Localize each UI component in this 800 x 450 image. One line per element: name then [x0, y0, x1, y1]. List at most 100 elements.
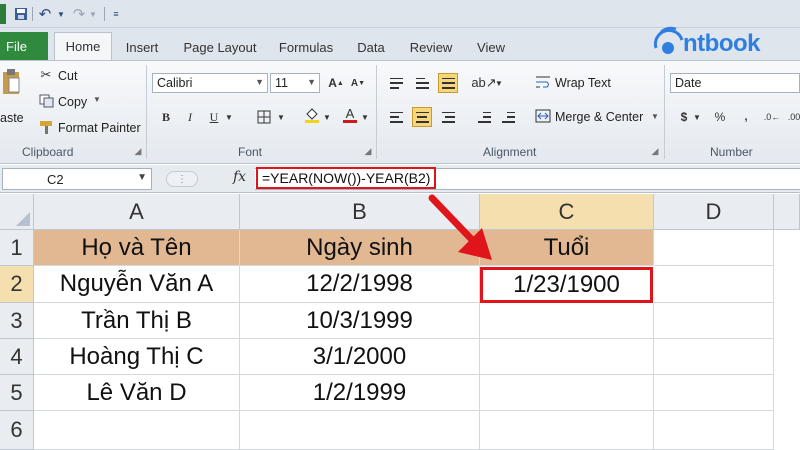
row-header-5[interactable]: 5	[0, 375, 34, 411]
name-box[interactable]: C2 ▼	[2, 168, 152, 190]
borders-dropdown-icon[interactable]: ▼	[276, 107, 286, 127]
cell-b6[interactable]	[240, 411, 480, 450]
logo-text: ntbook	[683, 30, 760, 57]
borders-icon[interactable]	[254, 107, 274, 127]
cell-b3[interactable]: 10/3/1999	[240, 303, 480, 339]
font-color-icon[interactable]: A	[340, 105, 360, 125]
bottom-align-icon[interactable]	[438, 73, 458, 93]
font-name-select[interactable]: Calibri ▼	[152, 73, 268, 93]
cell-d4[interactable]	[654, 339, 774, 375]
tab-formulas[interactable]: Formulas	[276, 34, 336, 60]
orientation-dropdown-icon[interactable]: ▼	[494, 73, 504, 93]
paste-button[interactable]: aste	[0, 111, 24, 125]
orientation-icon[interactable]: ab↗	[471, 73, 496, 93]
font-launcher-icon[interactable]: ◢	[362, 145, 374, 157]
clipboard-group-label: Clipboard	[22, 145, 74, 159]
fill-color-dropdown-icon[interactable]: ▼	[322, 107, 332, 127]
customize-toolbar-icon[interactable]: ≡	[110, 4, 122, 24]
column-header-c[interactable]: C	[480, 194, 654, 230]
paste-icon[interactable]	[0, 67, 22, 97]
redo-icon[interactable]: ↷	[70, 4, 88, 24]
undo-dropdown-icon[interactable]: ▼	[56, 4, 66, 24]
top-align-icon[interactable]	[386, 73, 406, 93]
cell-b4[interactable]: 3/1/2000	[240, 339, 480, 375]
percent-icon[interactable]: %	[710, 107, 730, 127]
cell-d2[interactable]	[654, 266, 774, 303]
fill-color-icon[interactable]	[302, 105, 322, 125]
tab-home[interactable]: Home	[54, 32, 112, 60]
alignment-launcher-icon[interactable]: ◢	[649, 145, 661, 157]
tab-file[interactable]: File	[0, 32, 48, 60]
tab-review[interactable]: Review	[408, 34, 454, 60]
merge-center-dropdown-icon[interactable]: ▼	[651, 112, 659, 121]
name-box-dropdown-icon: ▼	[137, 172, 147, 183]
cell-d3[interactable]	[654, 303, 774, 339]
cut-button[interactable]: Cut	[58, 69, 77, 83]
row-header-4[interactable]: 4	[0, 339, 34, 375]
cell-c2-selected[interactable]: 1/23/1900	[480, 267, 653, 303]
middle-align-icon[interactable]	[412, 73, 432, 93]
currency-dropdown-icon[interactable]: ▼	[692, 107, 702, 127]
tab-page-layout[interactable]: Page Layout	[180, 34, 260, 60]
decrease-decimal-icon[interactable]: .00	[784, 107, 800, 127]
select-all-corner[interactable]	[0, 194, 34, 230]
align-right-icon[interactable]	[438, 107, 458, 127]
save-icon[interactable]	[12, 4, 30, 24]
cell-c6[interactable]	[480, 411, 654, 450]
italic-icon[interactable]: I	[180, 107, 200, 127]
cell-d6[interactable]	[654, 411, 774, 450]
resize-handle-icon[interactable]: ⋮	[166, 171, 198, 187]
row-header-6[interactable]: 6	[0, 411, 34, 450]
font-size-select[interactable]: 11 ▼	[270, 73, 320, 93]
bold-icon[interactable]: B	[156, 107, 176, 127]
shrink-font-icon[interactable]: A ▼	[348, 73, 368, 93]
copy-button[interactable]: Copy	[58, 95, 87, 109]
comma-style-icon[interactable]: ,	[736, 107, 756, 127]
row-header-3[interactable]: 3	[0, 303, 34, 339]
column-header-d[interactable]: D	[654, 194, 774, 230]
tab-insert[interactable]: Insert	[122, 34, 162, 60]
column-header-e[interactable]	[774, 194, 800, 230]
increase-indent-icon[interactable]	[498, 107, 518, 127]
align-center-icon[interactable]	[412, 107, 432, 127]
cell-c5[interactable]	[480, 375, 654, 411]
row-header-1[interactable]: 1	[0, 230, 34, 266]
underline-icon[interactable]: U	[204, 107, 224, 127]
merge-center-button[interactable]: Merge & Center	[555, 110, 643, 124]
cell-b2[interactable]: 12/2/1998	[240, 266, 480, 303]
align-left-icon[interactable]	[386, 107, 406, 127]
format-painter-button[interactable]: Format Painter	[58, 121, 141, 135]
name-box-value: C2	[47, 171, 64, 187]
increase-decimal-icon[interactable]: .0←	[762, 107, 782, 127]
copy-dropdown-icon[interactable]: ▼	[93, 95, 101, 104]
undo-icon[interactable]: ↶	[36, 4, 54, 24]
redo-dropdown-icon[interactable]: ▼	[88, 4, 98, 24]
cell-a5[interactable]: Lê Văn D	[34, 375, 240, 411]
cell-a2[interactable]: Nguyễn Văn A	[34, 266, 240, 303]
tab-data[interactable]: Data	[354, 34, 388, 60]
tab-view[interactable]: View	[474, 34, 508, 60]
cell-b5[interactable]: 1/2/1999	[240, 375, 480, 411]
clipboard-launcher-icon[interactable]: ◢	[132, 145, 144, 157]
decrease-indent-icon[interactable]	[474, 107, 494, 127]
cell-a3[interactable]: Trần Thị B	[34, 303, 240, 339]
cell-c1[interactable]: Tuổi	[480, 230, 654, 266]
cell-a6[interactable]	[34, 411, 240, 450]
font-color-dropdown-icon[interactable]: ▼	[360, 107, 370, 127]
ribbon-home: aste ✂ Cut Copy ▼ Format Painter Clipboa…	[0, 60, 800, 164]
row-header-2[interactable]: 2	[0, 266, 34, 303]
underline-dropdown-icon[interactable]: ▼	[224, 107, 234, 127]
cell-c3[interactable]	[480, 303, 654, 339]
wrap-text-button[interactable]: Wrap Text	[555, 76, 611, 90]
cell-a4[interactable]: Hoàng Thị C	[34, 339, 240, 375]
cell-a1[interactable]: Họ và Tên	[34, 230, 240, 266]
insert-function-icon[interactable]: fx	[233, 169, 251, 189]
cell-d5[interactable]	[654, 375, 774, 411]
cell-d1[interactable]	[654, 230, 774, 266]
column-header-a[interactable]: A	[34, 194, 240, 230]
grow-font-icon[interactable]: A ▲	[326, 73, 346, 93]
cell-c4[interactable]	[480, 339, 654, 375]
number-format-select[interactable]: Date	[670, 73, 800, 93]
currency-icon[interactable]: $	[674, 107, 694, 127]
formula-text[interactable]: =YEAR(NOW())-YEAR(B2)	[256, 167, 437, 189]
